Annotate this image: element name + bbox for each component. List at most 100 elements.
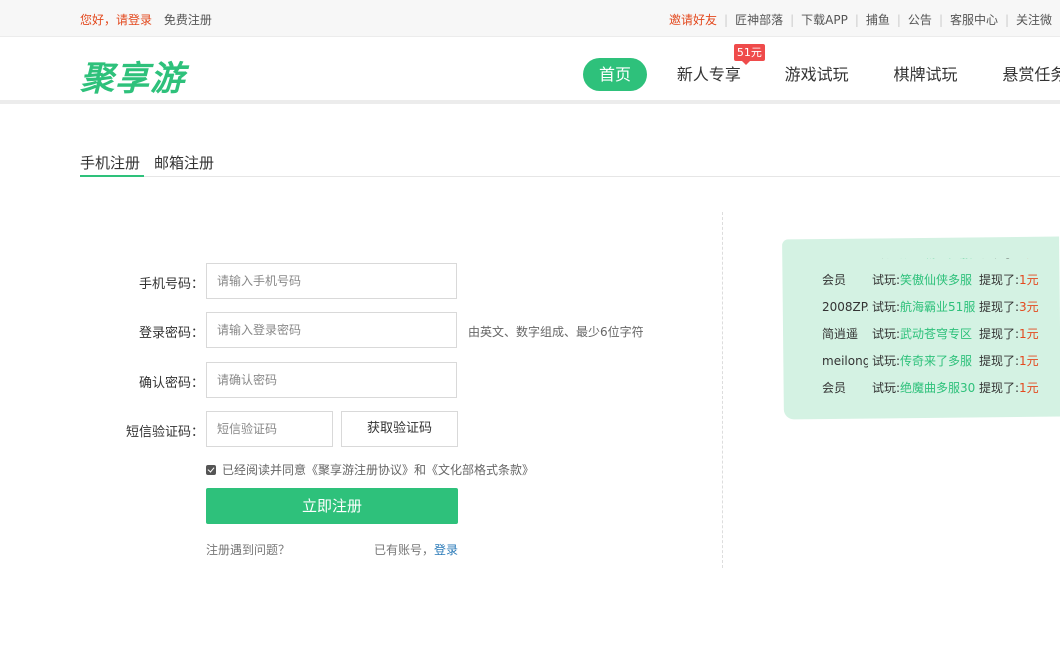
phone-label: 手机号码：	[138, 277, 204, 292]
password-hint: 由英文、数字组成、最少6位字符	[468, 325, 644, 339]
nav-game-trial[interactable]: 游戏试玩	[785, 58, 849, 91]
ticker-game-name: 武动苍穹专区	[900, 327, 973, 341]
separator: |	[790, 13, 795, 27]
ticker-user: meilong	[822, 348, 868, 375]
register-problem-link[interactable]: 注册遇到问题？	[206, 541, 290, 558]
separator: |	[1005, 13, 1010, 27]
ticker-user-name: 2008ZP.	[822, 258, 868, 260]
bonus-badge: 51元	[733, 44, 765, 65]
greeting-login-link[interactable]: 您好，请登录	[80, 13, 152, 27]
nav-home[interactable]: 首页	[583, 58, 647, 91]
main-nav: 首页 新人专享 51元 游戏试玩 棋牌试玩 悬赏任务	[583, 44, 1060, 91]
separator: |	[896, 13, 901, 27]
ticker-game-name: 笑傲仙侠多服	[900, 273, 973, 287]
have-account-text: 已有账号，登录	[374, 541, 458, 558]
ticker-game: 试玩:武动苍穹专区	[872, 321, 972, 348]
ticker-row: meilong 试玩:传奇来了多服 提现了:1元	[822, 348, 1060, 375]
customer-service-link[interactable]: 客服中心	[950, 11, 998, 28]
site-header: 聚享游 首页 新人专享 51元 游戏试玩 棋牌试玩 悬赏任务	[0, 37, 1060, 104]
login-link[interactable]: 登录	[434, 543, 458, 557]
ticker-user-name: 会员	[822, 273, 847, 287]
invite-friends-link[interactable]: 邀请好友	[669, 11, 717, 28]
ticker-withdraw: 提现了:1元	[979, 348, 1039, 375]
sms-code-label: 短信验证码：	[125, 425, 204, 440]
ticker-game: 试玩:传奇来了多服	[872, 348, 972, 375]
download-app-link[interactable]: 下载APP	[801, 11, 848, 28]
get-code-button[interactable]: 获取验证码	[341, 411, 458, 447]
ticker-user: 简逍遥	[822, 321, 868, 348]
ticker-row: 2008ZP. 试玩:航海霸业多服4提现了:9元	[822, 258, 1060, 267]
nav-bounty-tasks[interactable]: 悬赏任务	[1002, 58, 1060, 91]
ticker-amount: 1元	[1019, 381, 1039, 395]
ticker-withdraw: 提现了:1元	[979, 267, 1039, 294]
nav-newcomer[interactable]: 新人专享 51元	[676, 44, 765, 91]
ticker-game: 试玩:笑傲仙侠多服	[872, 267, 972, 294]
ticker-user: 会员	[822, 375, 868, 402]
ticker-game: 试玩:航海霸业51服	[872, 294, 975, 321]
password-label: 登录密码：	[138, 326, 204, 341]
follow-wechat-link[interactable]: 关注微	[1016, 11, 1052, 28]
ticker-game-prefix: 试玩:	[872, 354, 901, 368]
ticker-game-name: 传奇来了多服	[900, 354, 973, 368]
ticker-game-name: 航海霸业51服	[900, 300, 976, 314]
have-account-label: 已有账号，	[374, 543, 435, 557]
phone-input[interactable]: 请输入手机号码	[206, 263, 457, 299]
withdrawal-ticker: 2008ZP.试玩:航海霸业多服4提现了:9元会员试玩:笑傲仙侠多服提现了:1元…	[822, 258, 1060, 404]
ticker-user-name: meilong	[822, 354, 868, 368]
ticker-user-name: 简逍遥	[822, 327, 859, 341]
ticker-game-prefix: 试玩:	[872, 327, 901, 341]
ticker-row: 2008ZP. 试玩:航海霸业51服 提现了:3元	[822, 294, 1060, 321]
announcement-link[interactable]: 公告	[908, 11, 932, 28]
ticker-game: 试玩:航海霸业多服4	[872, 258, 980, 267]
ticker-game-prefix: 试玩:	[872, 300, 901, 314]
top-links: 邀请好友 | 匠神部落 | 下载APP | 捕鱼 | 公告 | 客服中心 | 关注微	[669, 11, 1052, 28]
craftsman-tribe-link[interactable]: 匠神部落	[735, 11, 783, 28]
login-links: 您好，请登录 免费注册	[80, 11, 212, 28]
password-input[interactable]: 请输入登录密码	[206, 312, 457, 348]
site-logo[interactable]: 聚享游	[80, 51, 185, 100]
agreement-row: 已经阅读并同意《聚享游注册协议》和《文化部格式条款》	[206, 461, 534, 478]
ticker-list: 2008ZP.试玩:航海霸业多服4提现了:9元会员试玩:笑傲仙侠多服提现了:1元…	[822, 258, 1060, 402]
top-bar: 您好，请登录 免费注册 邀请好友 | 匠神部落 | 下载APP | 捕鱼 | 公告 | 客服中心 | 关…	[0, 0, 1060, 37]
ticker-withdraw: 提现了:3元	[979, 294, 1039, 321]
ticker-user-name: 2008ZP.	[822, 300, 868, 314]
ticker-withdraw-prefix: 提现了:	[979, 300, 1020, 314]
agreement-text[interactable]: 已经阅读并同意《聚享游注册协议》和《文化部格式条款》	[222, 463, 534, 477]
ticker-withdraw: 提现了:1元	[979, 375, 1039, 402]
separator: |	[854, 13, 859, 27]
free-register-link[interactable]: 免费注册	[164, 13, 212, 27]
ticker-row: 简逍遥 试玩:武动苍穹专区 提现了:1元	[822, 321, 1060, 348]
fishing-link[interactable]: 捕鱼	[866, 11, 890, 28]
ticker-amount: 1元	[1019, 273, 1039, 287]
ticker-amount: 3元	[1019, 300, 1039, 314]
ticker-game-prefix: 试玩:	[872, 258, 900, 260]
ticker-game-name: 航海霸业多服4	[900, 258, 980, 260]
ticker-withdraw-prefix: 提现了:	[979, 273, 1020, 287]
nav-chess-trial[interactable]: 棋牌试玩	[894, 58, 958, 91]
ticker-withdraw-prefix: 提现了:	[979, 381, 1020, 395]
sms-code-input[interactable]: 短信验证码	[206, 411, 333, 447]
ticker-game-prefix: 试玩:	[872, 381, 901, 395]
confirm-password-input[interactable]: 请确认密码	[206, 362, 457, 398]
ticker-game-prefix: 试玩:	[872, 273, 901, 287]
ticker-withdraw: 提现了:9元	[979, 258, 1039, 267]
ticker-withdraw-prefix: 提现了:	[979, 258, 1019, 260]
confirm-password-label: 确认密码：	[138, 376, 204, 391]
register-tabs: 手机注册 邮箱注册	[80, 150, 1060, 177]
tab-email-register[interactable]: 邮箱注册	[154, 152, 214, 177]
nav-newcomer-label: 新人专享	[676, 65, 741, 84]
separator: |	[938, 13, 943, 27]
ticker-game-name: 绝魔曲多服30	[900, 381, 976, 395]
register-submit-button[interactable]: 立即注册	[206, 488, 458, 524]
ticker-row: 会员 试玩:笑傲仙侠多服 提现了:1元	[822, 267, 1060, 294]
ticker-game: 试玩:绝魔曲多服30	[872, 375, 975, 402]
ticker-user-name: 会员	[822, 381, 847, 395]
ticker-withdraw-prefix: 提现了:	[979, 354, 1020, 368]
ticker-user: 2008ZP.	[822, 294, 868, 321]
ticker-withdraw-prefix: 提现了:	[979, 327, 1020, 341]
vertical-divider	[722, 212, 723, 568]
ticker-amount: 1元	[1019, 354, 1039, 368]
tab-phone-register[interactable]: 手机注册	[80, 152, 144, 177]
agreement-checkbox[interactable]	[206, 465, 216, 475]
ticker-row: 会员 试玩:绝魔曲多服30 提现了:1元	[822, 375, 1060, 402]
